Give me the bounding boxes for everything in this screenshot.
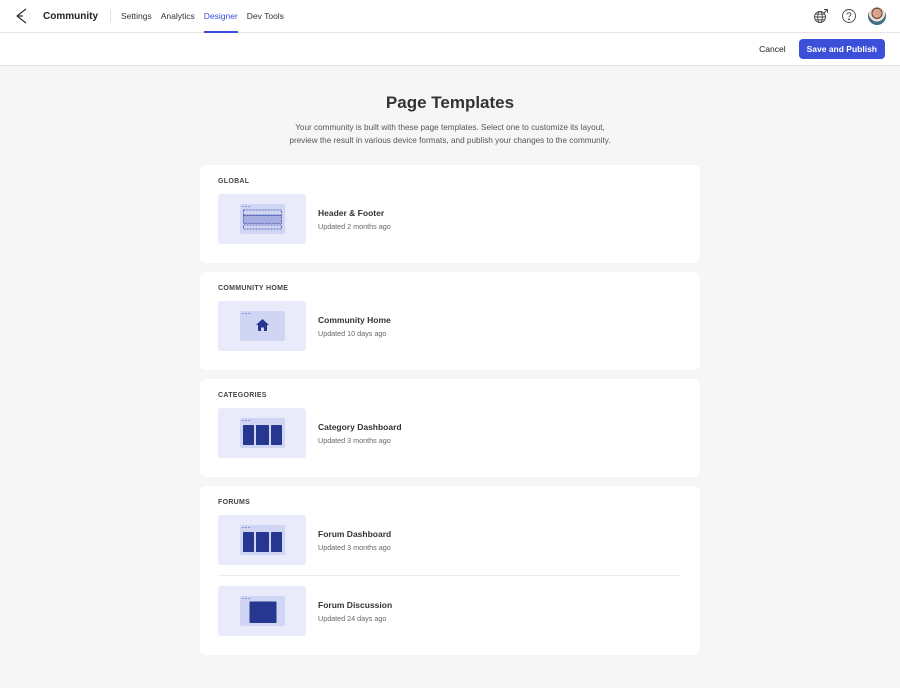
main-content: Page Templates Your community is built w… <box>0 93 900 655</box>
nav-designer[interactable]: Designer <box>203 0 238 33</box>
nav-dev-tools[interactable]: Dev Tools <box>247 0 284 33</box>
page-title: Page Templates <box>385 93 515 112</box>
template-item-community-home[interactable]: Community Home Updated 10 days ago <box>218 301 682 351</box>
template-item-header-footer[interactable]: Header & Footer Updated 2 months ago <box>218 194 682 244</box>
brand-name[interactable]: Community <box>43 11 98 22</box>
template-item-forum-discussion[interactable]: Forum Discussion Updated 24 days ago <box>218 586 682 636</box>
section-label: CATEGORIES <box>218 392 267 399</box>
category-dashboard-thumbnail <box>218 408 306 458</box>
top-navigation: Community Settings Analytics Designer De… <box>0 0 900 33</box>
logo-icon[interactable] <box>14 7 32 25</box>
section-card-categories: CATEGORIES Category Dashboard Updated 3 <box>200 379 700 477</box>
template-item-forum-dashboard[interactable]: Forum Dashboard Updated 3 months ago <box>218 515 682 565</box>
avatar[interactable] <box>868 7 886 25</box>
item-divider <box>218 575 680 576</box>
template-title: Forum Dashboard <box>318 528 392 539</box>
section-card-forums: FORUMS Forum Dashboard Updated 3 months <box>200 486 700 655</box>
section-card-community-home: COMMUNITY HOME Community Home Updated 10… <box>200 272 700 370</box>
template-title: Header & Footer <box>318 207 385 218</box>
template-item-category-dashboard[interactable]: Category Dashboard Updated 3 months ago <box>218 408 682 458</box>
template-updated: Updated 3 months ago <box>318 542 391 552</box>
header-footer-icon <box>242 209 282 230</box>
community-home-thumbnail <box>218 301 306 351</box>
header-footer-thumbnail <box>218 194 306 244</box>
section-label: FORUMS <box>218 499 251 506</box>
nav-divider <box>110 9 111 23</box>
section-label: COMMUNITY HOME <box>218 285 289 292</box>
template-updated: Updated 24 days ago <box>318 613 387 623</box>
section-card-global: GLOBAL Header & Footer Updated 2 months <box>200 165 700 263</box>
section-label: GLOBAL <box>218 178 250 185</box>
template-title: Category Dashboard <box>318 421 402 432</box>
three-columns-icon <box>242 425 282 445</box>
page-description: Your community is built with these page … <box>289 123 611 145</box>
template-updated: Updated 3 months ago <box>318 435 391 445</box>
save-and-publish-button[interactable]: Save and Publish <box>798 39 885 59</box>
forum-dashboard-thumbnail <box>218 515 306 565</box>
nav-settings[interactable]: Settings <box>121 0 152 33</box>
template-title: Community Home <box>318 314 391 325</box>
nav-analytics[interactable]: Analytics <box>161 0 195 33</box>
forum-discussion-thumbnail <box>218 586 306 636</box>
single-block-icon <box>249 601 276 623</box>
cancel-button[interactable]: Cancel <box>759 44 785 54</box>
globe-link-icon[interactable] <box>812 7 830 25</box>
help-icon[interactable] <box>840 7 858 25</box>
template-updated: Updated 10 days ago <box>318 328 387 338</box>
home-icon <box>255 319 269 331</box>
three-columns-icon <box>242 532 282 552</box>
template-updated: Updated 2 months ago <box>318 221 391 231</box>
template-title: Forum Discussion <box>318 599 393 610</box>
action-bar: Cancel Save and Publish <box>0 33 900 66</box>
